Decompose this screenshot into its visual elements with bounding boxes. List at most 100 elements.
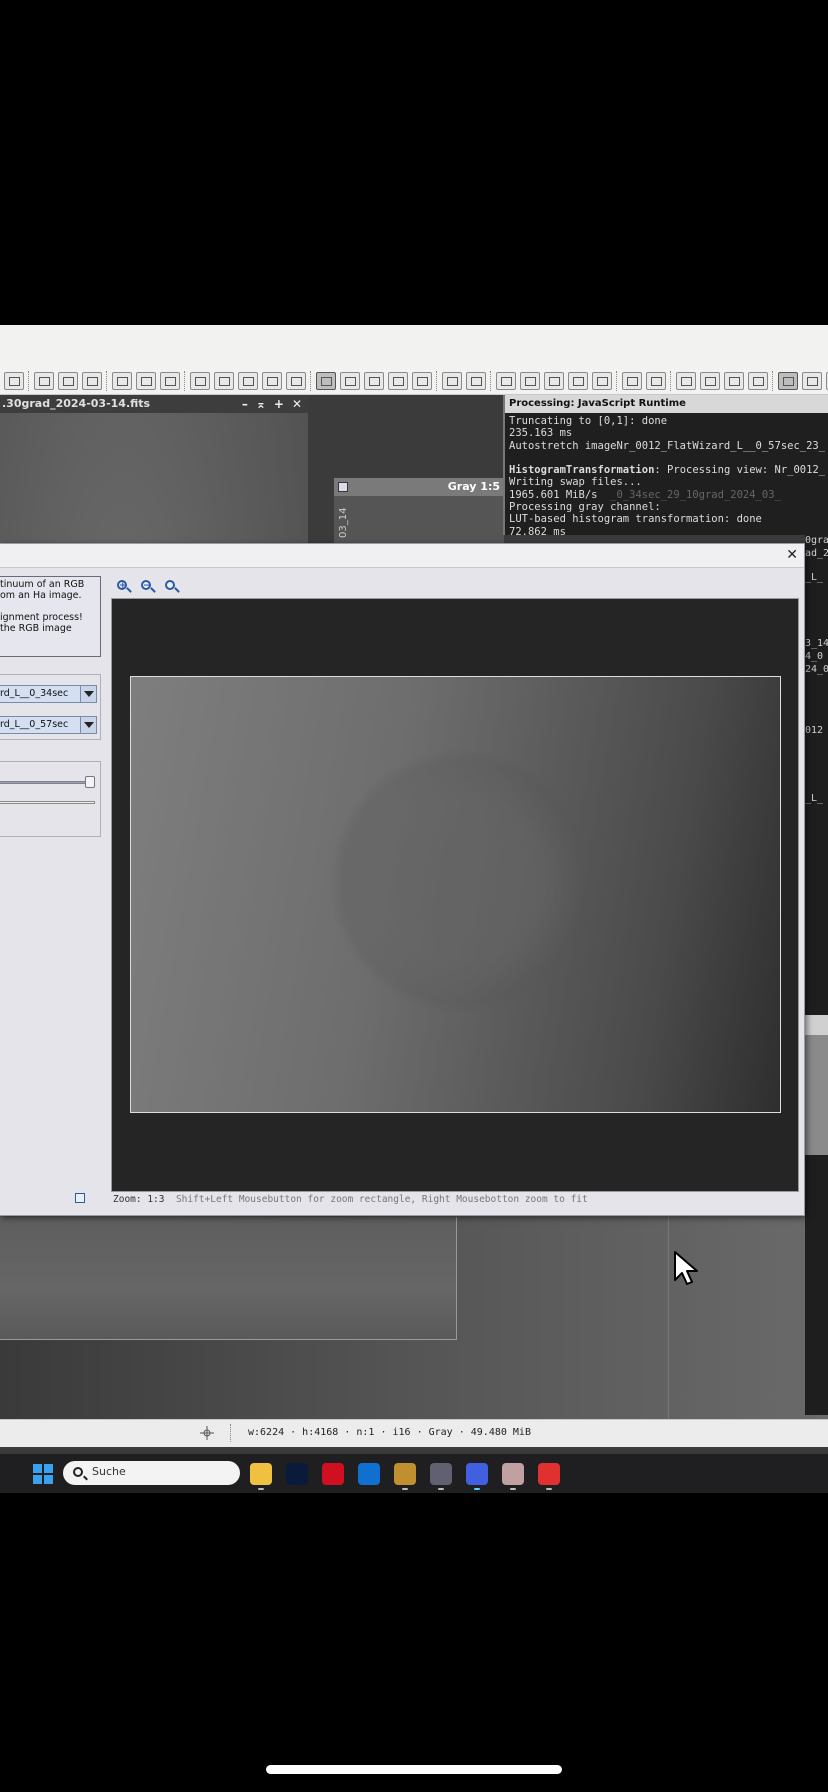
console-text: Processing gray channel: [509, 501, 661, 514]
toolbar-button-icon[interactable] [340, 372, 360, 390]
slider-thumb[interactable] [85, 776, 95, 788]
new-instance-icon[interactable] [75, 1193, 85, 1203]
toolbar-button-icon[interactable] [442, 372, 462, 390]
toolbar-button-icon[interactable] [136, 372, 156, 390]
toolbar-button-icon[interactable] [112, 372, 132, 390]
main-toolbar [0, 325, 828, 395]
image-selection-group: rd_L__0_34sec rd_L__0_57sec [0, 674, 101, 740]
toolbar-button-icon[interactable] [34, 372, 54, 390]
background-text-snippet: 012 [805, 725, 824, 736]
workspace: .30grad_2024-03-14.fits – ⌅ + ✕ Gray 1:5… [0, 395, 828, 1419]
app-icon-9[interactable] [538, 1463, 560, 1490]
app-icon-5[interactable] [394, 1463, 416, 1490]
toolbar-button-icon[interactable] [262, 372, 282, 390]
toolbar-button-icon[interactable] [364, 372, 384, 390]
console-title: Processing: JavaScript Runtime [505, 395, 828, 413]
toolbar-button-icon[interactable] [82, 372, 102, 390]
background-text-snippet: 24_0 [805, 664, 828, 675]
toolbar-button-icon[interactable] [646, 372, 666, 390]
toolbar-button-icon[interactable] [496, 372, 516, 390]
dialog-titlebar[interactable]: ✕ [0, 544, 804, 568]
app-icon-8[interactable] [502, 1463, 524, 1490]
toolbar-button-icon[interactable] [544, 372, 564, 390]
toolbar-button-icon[interactable] [592, 372, 612, 390]
toolbar-button-icon[interactable] [214, 372, 234, 390]
close-icon[interactable]: ✕ [292, 395, 302, 413]
background-panel [805, 1035, 828, 1155]
console-line: Writing swap files... [509, 476, 824, 488]
console-line: LUT-based histogram transformation: done [509, 513, 824, 525]
image-window-lower[interactable] [0, 1217, 457, 1340]
opera-icon[interactable] [322, 1463, 344, 1485]
console-line: Autostretch imageNr_0012_FlatWizard_L__0… [509, 440, 825, 452]
toolbar-button-icon[interactable] [802, 372, 822, 390]
toolbar-button-icon[interactable] [160, 372, 180, 390]
toolbar-button-icon[interactable] [724, 372, 744, 390]
crosshair-icon[interactable] [200, 1426, 214, 1440]
zoom-out-icon[interactable]: − [140, 579, 156, 595]
toolbar-button-icon[interactable] [700, 372, 720, 390]
toolbar-button-icon[interactable] [58, 372, 78, 390]
status-bar: w:6224 · h:4168 · n:1 · i16 · Gray · 49.… [0, 1419, 828, 1447]
windows-start-icon[interactable] [33, 1464, 53, 1484]
preview-toolbar: + − [116, 579, 180, 595]
image-combo-2[interactable]: rd_L__0_57sec [0, 716, 97, 734]
toolbar-button-icon[interactable] [412, 372, 432, 390]
toolbar-icons [4, 369, 828, 393]
console-bold-text: HistogramTransformation [509, 464, 655, 477]
toolbar-button-icon[interactable] [778, 372, 798, 390]
search-label: Suche [92, 1465, 126, 1478]
running-indicator [402, 1488, 408, 1490]
toolbar-button-icon[interactable] [190, 372, 210, 390]
image-combo-1[interactable]: rd_L__0_34sec [0, 685, 97, 703]
file-explorer-icon[interactable] [250, 1463, 272, 1490]
toolbar-separator [772, 371, 774, 391]
desktop: .30grad_2024-03-14.fits – ⌅ + ✕ Gray 1:5… [0, 325, 828, 1493]
toolbar-button-icon[interactable] [466, 372, 486, 390]
dialog-close-icon[interactable]: ✕ [786, 547, 798, 563]
toolbar-button-icon[interactable] [520, 372, 540, 390]
toolbar-button-icon[interactable] [568, 372, 588, 390]
preview-image[interactable] [130, 676, 781, 1113]
slider-track[interactable] [0, 781, 93, 784]
chevron-down-icon[interactable] [80, 717, 96, 733]
dialog-left-panel: tinuum of an RGB om an Ha image. ignment… [0, 568, 105, 1216]
app-icon-6[interactable] [430, 1463, 452, 1490]
console-line: HistogramTransformation: Processing view… [509, 464, 825, 477]
photoshop-icon[interactable] [286, 1463, 308, 1485]
image-window-titlebar[interactable]: .30grad_2024-03-14.fits – ⌅ + ✕ [0, 395, 308, 413]
running-indicator [438, 1488, 444, 1490]
toolbar-button-icon[interactable] [676, 372, 696, 390]
vertical-tab-label[interactable]: 03_14 [338, 508, 349, 538]
toolbar-separator [310, 371, 312, 391]
outlook-icon[interactable] [358, 1463, 380, 1485]
toolbar-button-icon[interactable] [4, 372, 24, 390]
slider-track-2[interactable] [0, 801, 95, 804]
gray-window-title: Gray 1:5 [447, 480, 500, 493]
console-text: LUT-based histogram transformation: done [509, 513, 762, 526]
toolbar-button-icon[interactable] [238, 372, 258, 390]
home-indicator[interactable] [266, 1765, 562, 1774]
toolbar-button-icon[interactable] [286, 372, 306, 390]
console-text: 235.163 ms [509, 427, 573, 440]
toolbar-button-icon[interactable] [622, 372, 642, 390]
taskbar: Suche [0, 1454, 828, 1493]
script-dialog[interactable]: ✕ tinuum of an RGB om an Ha image. ignme… [0, 543, 805, 1216]
preview-area[interactable] [111, 598, 799, 1192]
zoom-fit-icon[interactable] [164, 579, 180, 595]
shade-icon[interactable]: ⌅ [256, 395, 266, 413]
console-output: Truncating to [0,1]: done 235.163 ms Autos… [505, 413, 828, 535]
background-console-edge: 0grad ad_2 _L_ 3_14 4_0 24_0 012 _L_ [805, 535, 828, 1415]
processing-console[interactable]: Processing: JavaScript Runtime Truncatin… [503, 395, 828, 535]
chevron-down-icon[interactable] [80, 686, 96, 702]
zoom-in-icon[interactable]: + [116, 579, 132, 595]
background-text-snippet: 3_14 [805, 638, 828, 649]
toolbar-button-icon[interactable] [748, 372, 768, 390]
toolbar-button-icon[interactable] [316, 372, 336, 390]
gray-window-titlebar[interactable]: Gray 1:5 [334, 478, 504, 496]
maximize-icon[interactable]: + [274, 395, 284, 413]
minimize-icon[interactable]: – [242, 395, 248, 413]
toolbar-button-icon[interactable] [388, 372, 408, 390]
taskbar-search[interactable]: Suche [63, 1461, 240, 1485]
pixinsight-icon[interactable] [466, 1463, 488, 1490]
